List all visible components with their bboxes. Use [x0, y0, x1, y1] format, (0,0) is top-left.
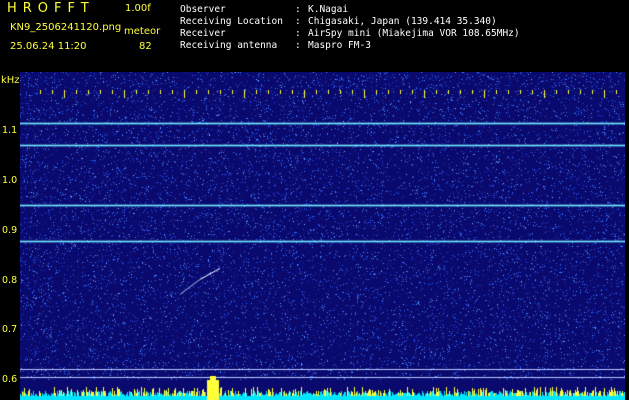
info-key: Receiving Location: [180, 16, 283, 27]
filename-label: KN9_2506241120.png: [10, 22, 122, 33]
info-value: Maspro FM-3: [308, 40, 371, 51]
info-colon: :: [295, 4, 301, 15]
version-label: 1.00f: [125, 3, 151, 14]
app-title: HROFFT: [7, 1, 95, 16]
info-colon: :: [295, 16, 301, 27]
info-value: AirSpy mini (Miakejima VOR 108.65MHz): [308, 28, 520, 39]
info-key: Receiving antenna: [180, 40, 278, 51]
info-colon: :: [295, 28, 301, 39]
freq-unit-label: kHz: [1, 75, 20, 86]
detection-type-label: meteor: [124, 26, 161, 37]
info-key: Observer: [180, 4, 226, 15]
info-key: Receiver: [180, 28, 226, 39]
freq-tick-label: 1.1: [2, 125, 18, 136]
freq-tick-label: 0.7: [2, 324, 18, 335]
freq-tick-label: 0.9: [2, 225, 18, 236]
freq-tick-label: 0.6: [2, 374, 18, 385]
info-value: K.Nagai: [308, 4, 349, 15]
info-colon: :: [295, 40, 301, 51]
info-value: Chigasaki, Japan (139.414 35.340): [308, 16, 497, 27]
datetime-label: 25.06.24 11:20: [10, 41, 87, 52]
spectrogram-canvas: [20, 72, 625, 400]
freq-tick-label: 1.0: [2, 175, 18, 186]
detection-count: 82: [139, 41, 152, 52]
freq-tick-label: 0.8: [2, 275, 18, 286]
